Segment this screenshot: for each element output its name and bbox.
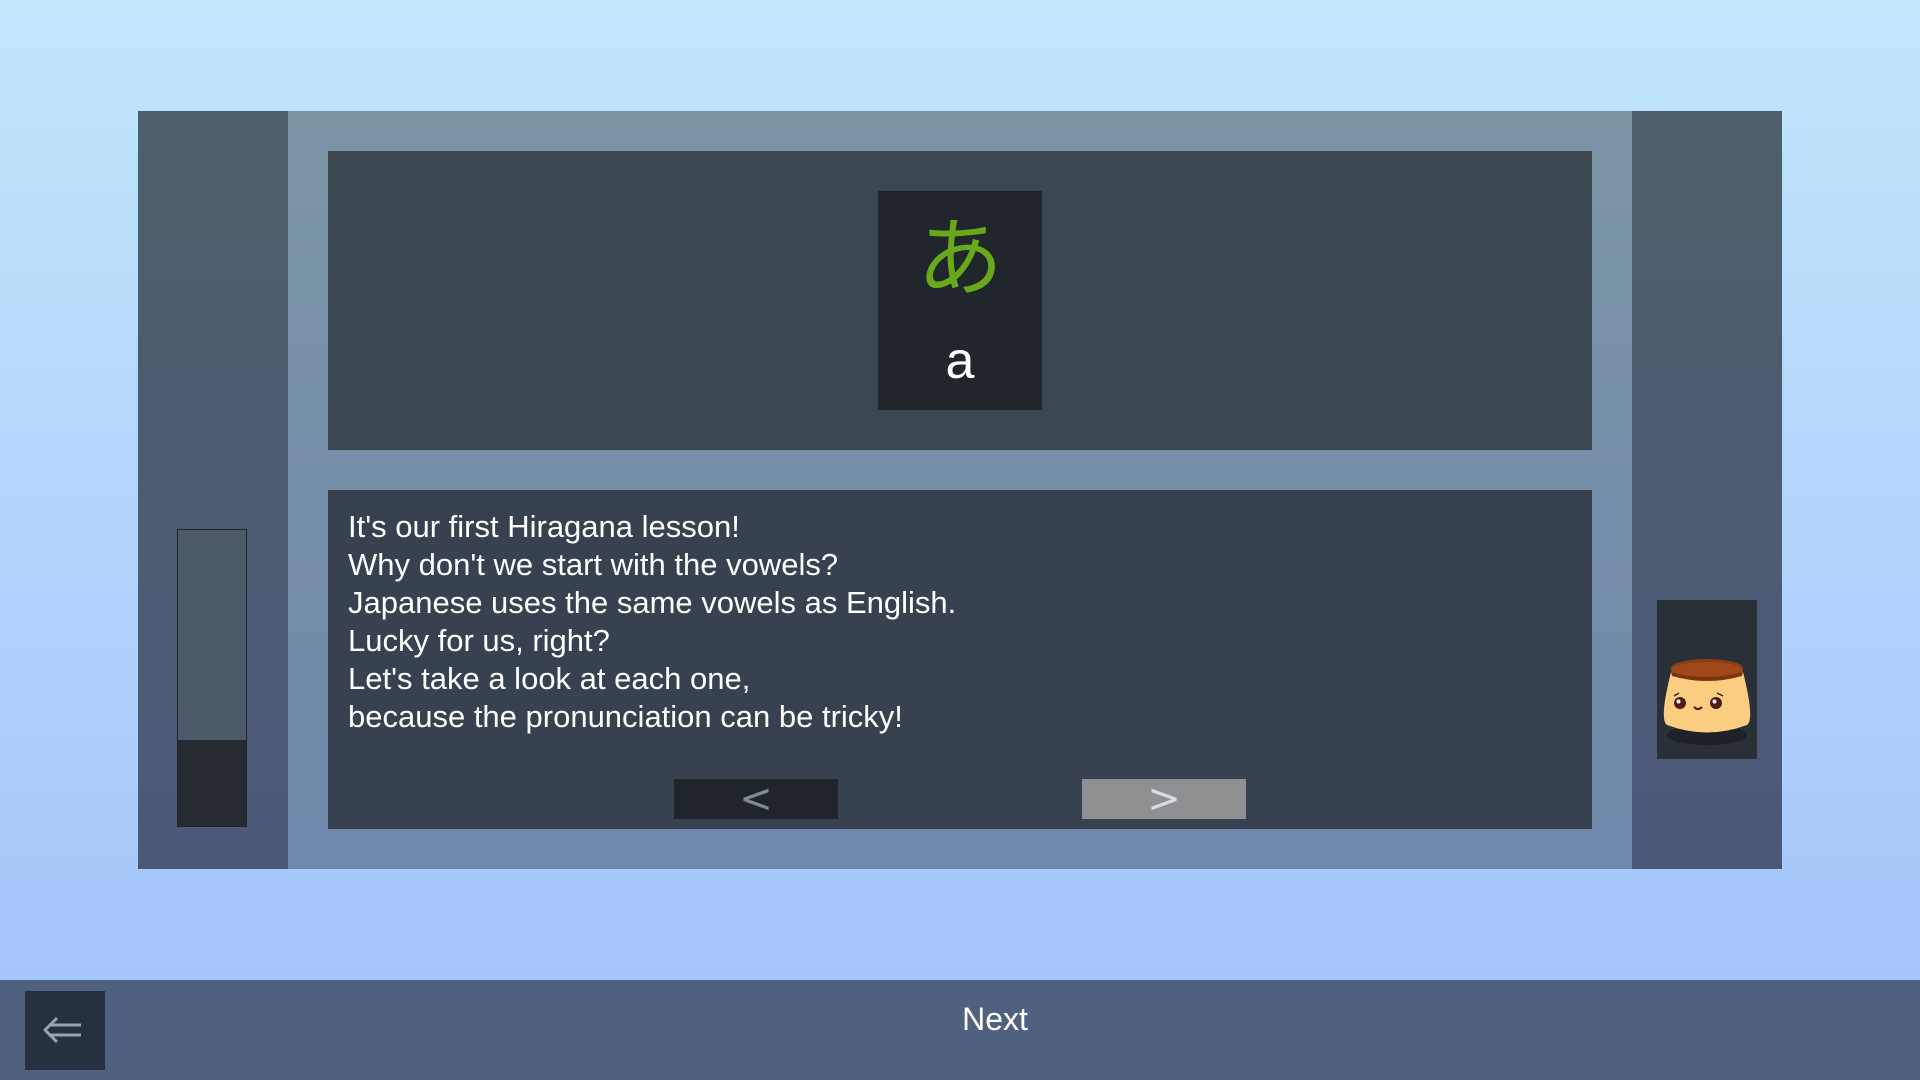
lesson-dialog-panel: It's our first Hiragana lesson! Why don'… — [328, 490, 1592, 829]
right-side-panel — [1632, 111, 1782, 869]
pudding-mascot-icon — [1663, 659, 1751, 745]
left-arrow-icon — [43, 1016, 81, 1044]
bottom-navigation-bar: Next — [0, 980, 1920, 1080]
lesson-line: Why don't we start with the vowels? — [348, 547, 839, 582]
lesson-progress-fill — [178, 740, 246, 826]
lesson-frame: あ a It's our first Hiragana lesson! Why … — [138, 111, 1782, 869]
next-button[interactable]: Next — [910, 994, 1080, 1044]
lesson-line: Let's take a look at each one, — [348, 661, 751, 696]
mascot-frame — [1657, 600, 1757, 759]
kana-display-panel: あ a — [328, 151, 1592, 450]
lesson-line: Japanese uses the same vowels as English… — [348, 585, 957, 620]
lesson-line: Lucky for us, right? — [348, 623, 610, 658]
kana-romaji: a — [945, 332, 975, 390]
lesson-line: It's our first Hiragana lesson! — [348, 509, 740, 544]
kana-card: あ a — [878, 191, 1042, 410]
left-side-panel — [138, 111, 288, 869]
lesson-center-panel: あ a It's our first Hiragana lesson! Why … — [288, 111, 1632, 869]
previous-page-button[interactable]: < — [674, 779, 838, 819]
kana-character: あ — [917, 209, 1003, 309]
lesson-line: because the pronunciation can be tricky! — [348, 699, 903, 734]
back-button[interactable] — [25, 991, 105, 1070]
lesson-text: It's our first Hiragana lesson! Why don'… — [348, 508, 1548, 736]
lesson-progress-bar — [177, 529, 247, 827]
next-page-button[interactable]: > — [1082, 779, 1246, 819]
